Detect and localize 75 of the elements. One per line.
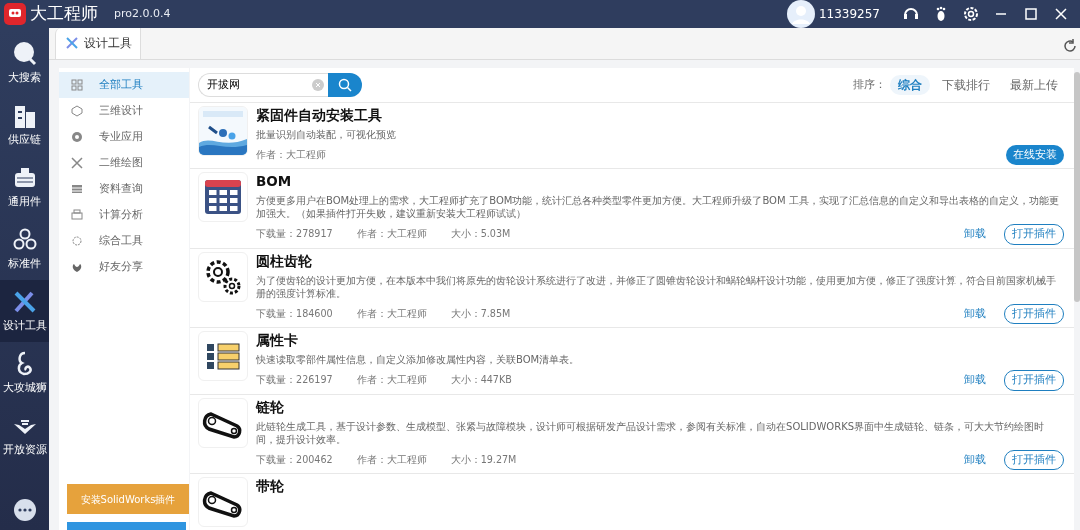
gears-icon xyxy=(198,251,249,302)
uninstall-link[interactable]: 卸载 xyxy=(963,372,986,389)
search-button[interactable] xyxy=(328,72,363,97)
printer-icon xyxy=(71,208,84,221)
open-plugin-button[interactable]: 打开插件 xyxy=(1003,370,1064,391)
sort-option[interactable]: 下载排行 xyxy=(933,74,998,95)
scrollbar-thumb[interactable] xyxy=(1073,71,1080,302)
search-field[interactable]: 开拔网 xyxy=(198,72,329,97)
meta-text: 下载量：200462 xyxy=(256,452,333,467)
category-item[interactable]: 综合工具 xyxy=(59,227,190,254)
category-item[interactable]: 资料查询 xyxy=(59,175,190,202)
category-item[interactable]: 三维设计 xyxy=(59,97,190,124)
nav-item[interactable]: 设计工具 xyxy=(0,280,50,342)
meta-text: 下载量：184600 xyxy=(256,306,333,321)
chain-icon xyxy=(198,397,249,448)
meta-text: 作者：大工程师 xyxy=(356,306,427,321)
category-item[interactable]: 二维绘图 xyxy=(59,149,190,176)
meta-text: 下载量：278917 xyxy=(256,227,333,242)
meta-text: 作者：大工程师 xyxy=(356,227,427,242)
nav-item[interactable]: 大搜索 xyxy=(0,32,50,94)
meta-text: 大小：5.03M xyxy=(450,227,511,242)
category-item[interactable]: 全部工具 xyxy=(59,71,190,98)
category-item[interactable]: 好友分享 xyxy=(59,253,190,280)
plugin-description: 方便更多用户在BOM处理上的需求，大工程师扩充了BOM功能，统计汇总各种类型零件更加方便。大工程师升级了BOM 工具，实现了汇总信息的自定义和导出表格的自定义，功能更加强大。（如果插件打开失败，建议重新安装大工程师试试） xyxy=(256,194,1060,220)
meta-text: 下载量：226197 xyxy=(256,373,333,388)
uninstall-link[interactable]: 卸载 xyxy=(963,305,986,322)
category-item[interactable]: 计算分析 xyxy=(59,201,190,228)
tab[interactable]: 设计工具 xyxy=(55,28,142,59)
table-icon xyxy=(198,172,249,222)
user-id: 11339257 xyxy=(818,6,880,23)
plugin-description: 批量识别自动装配，可视化预览 xyxy=(256,127,398,141)
plugin-title: 带轮 xyxy=(256,477,286,495)
nav-item[interactable]: 通用件 xyxy=(0,156,50,218)
category-item[interactable]: 专业应用 xyxy=(59,123,190,150)
list-icon xyxy=(198,331,249,381)
meta-text: 作者：大工程师 xyxy=(356,452,427,467)
uninstall-link[interactable]: 卸载 xyxy=(963,226,986,243)
sort-option[interactable]: 最新上传 xyxy=(1001,74,1066,95)
plugin-title: 属性卡 xyxy=(256,331,300,349)
version-label: pro2.0.0.4 xyxy=(114,5,171,22)
nav-item[interactable]: 大攻城狮 xyxy=(0,342,50,404)
chat-icon xyxy=(12,498,37,522)
plugin-title: 链轮 xyxy=(256,397,286,416)
open-plugin-button[interactable]: 打开插件 xyxy=(1003,449,1064,470)
meta-text: 作者：大工程师 xyxy=(356,373,427,388)
layers-icon xyxy=(71,182,84,195)
install-online-button[interactable]: 在线安装 xyxy=(1005,144,1064,165)
plugin-title: 紧固件自动安装工具 xyxy=(256,105,384,124)
meta-text: 大小：19.27M xyxy=(450,452,517,467)
meta-text: 大小：7.85M xyxy=(450,306,511,321)
sort-label: 排序： xyxy=(852,76,886,92)
maximize-icon[interactable] xyxy=(1022,5,1040,23)
plugin-description: 快速读取零部件属性信息，自定义添加修改属性内容，关联BOM清单表。 xyxy=(256,353,581,366)
plugin-title: 圆柱齿轮 xyxy=(256,251,314,270)
plugin-description: 为了便齿轮的设计更加方便，在本版本中我们将原先的齿轮设计系统进行了改进，并修正了圆锥齿轮设计和蜗轮蜗杆设计功能，使用更加方便，修正了强度计算，符合目前国家机械手册的强度计算标准。 xyxy=(256,273,1058,300)
open-plugin-button[interactable]: 打开插件 xyxy=(1003,303,1064,324)
meta-text: 作者：大工程师 xyxy=(256,147,327,162)
open-plugin-button[interactable]: 打开插件 xyxy=(1003,224,1064,245)
nav-item[interactable]: 标准件 xyxy=(0,218,50,280)
nav-item[interactable]: 开放资源 xyxy=(0,404,50,466)
chain-icon xyxy=(198,477,249,527)
search-icon xyxy=(338,77,353,92)
sort-option[interactable]: 综合 xyxy=(889,74,930,95)
uninstall-link[interactable]: 卸载 xyxy=(963,451,986,468)
gear-icon xyxy=(71,234,84,247)
settings-icon[interactable] xyxy=(962,5,980,23)
app-title: 大工程师 xyxy=(30,2,98,26)
grid-icon xyxy=(71,78,84,91)
logo-icon xyxy=(4,3,26,25)
plugin-title: BOM xyxy=(256,172,293,190)
meta-text: 大小：447KB xyxy=(450,373,512,388)
refresh-icon[interactable] xyxy=(1062,38,1078,54)
plugin-description: 此链轮生成工具，基于设计参数、生成模型、张紧与故障模块，设计师可根据研发产品设计需求，参阅有关标准，自动在SOLIDWORKS界面中生成链轮、链条，可大大节约绘图时间，提升设计效率。 xyxy=(256,419,1046,446)
ring-icon xyxy=(71,130,84,143)
nav-item[interactable]: 供应链 xyxy=(0,94,50,156)
